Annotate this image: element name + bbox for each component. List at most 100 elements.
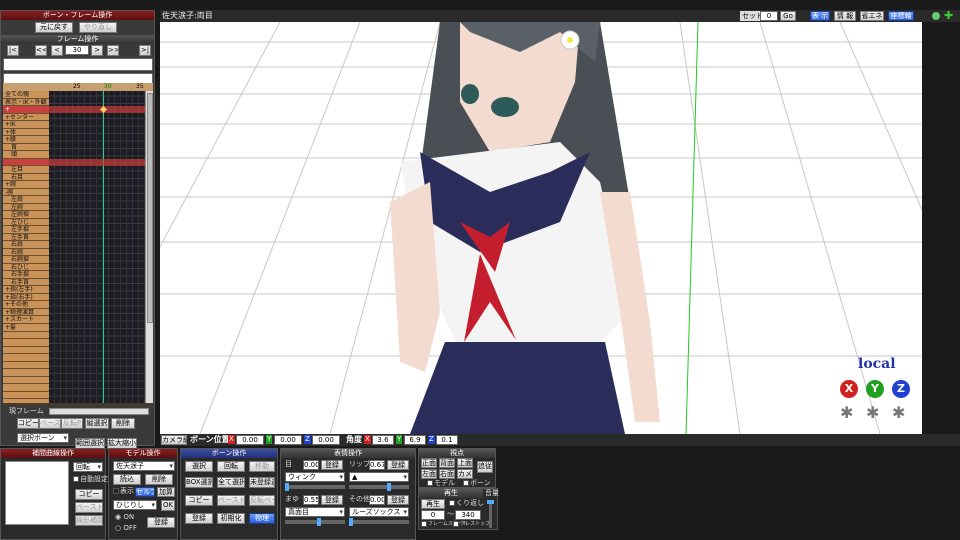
bone-row[interactable]: 右目 [3, 174, 49, 182]
bone-register-button[interactable]: 登録 [185, 513, 213, 524]
interp-paste-button[interactable]: ペースト [75, 502, 103, 513]
eye-morph-dropdown[interactable]: ウィンク [285, 472, 345, 482]
linear-interp-button[interactable]: 線形補間 [75, 515, 103, 526]
gizmo-y-icon[interactable]: Y [866, 380, 884, 398]
brow-morph-dropdown[interactable]: 真面目 [285, 507, 345, 517]
bone-row[interactable]: +指(左手) [3, 286, 49, 294]
last-frame-button[interactable]: >| [139, 45, 151, 56]
model-view-checkbox[interactable] [427, 480, 433, 486]
bone-row[interactable]: 左目 [3, 166, 49, 174]
brow-value[interactable]: 0.550 [303, 495, 319, 505]
bone-row[interactable]: 右肩 [3, 241, 49, 249]
gizmo-z-icon[interactable]: Z [892, 380, 910, 398]
follow-button[interactable]: 追従 [477, 461, 493, 473]
other-register-button[interactable]: 登録 [387, 495, 409, 505]
move-y-icon[interactable]: ✱ [866, 404, 879, 422]
gizmo-x-icon[interactable]: X [840, 380, 858, 398]
volume-slider[interactable] [487, 500, 494, 528]
bone-rotate-button[interactable]: 回転 [217, 461, 245, 472]
axis-button[interactable]: 座標軸 [888, 11, 914, 21]
frame-stop-checkbox[interactable] [453, 520, 459, 527]
bone-row[interactable]: 左肩 [3, 196, 49, 204]
play-to-input[interactable]: 340 [455, 510, 481, 520]
bone-row[interactable]: 右ひじ [3, 264, 49, 272]
prev-key-button[interactable]: << [35, 45, 47, 56]
vertical-select-button[interactable]: 縦選択 [85, 418, 109, 429]
eye-slider-thumb[interactable] [285, 483, 289, 491]
bone-move-button[interactable]: 移動 [249, 461, 275, 472]
bone-row[interactable]: 左腕捩 [3, 211, 49, 219]
other-slider-thumb[interactable] [349, 518, 353, 526]
bone-row[interactable]: -腕 [3, 189, 49, 197]
off-radio[interactable]: ○ OFF [115, 524, 137, 533]
bone-row[interactable]: +腰 [3, 136, 49, 144]
play-button[interactable]: 再生 [421, 499, 445, 509]
display-check[interactable]: 表示 [113, 487, 134, 496]
right-view-button[interactable]: 右面 [439, 469, 455, 479]
bone-row[interactable]: +センター [3, 114, 49, 122]
copy-button[interactable]: コピー [17, 418, 39, 429]
next-key-button[interactable]: >> [107, 45, 119, 56]
add-icon[interactable]: ✚ [944, 10, 953, 21]
bone-copy-button[interactable]: コピー [185, 495, 213, 506]
paste-button[interactable]: ペースト [39, 418, 61, 429]
info-button[interactable]: 情 報 [834, 11, 856, 21]
on-radio-icon[interactable]: ◉ [115, 513, 121, 521]
auto-setting-checkbox[interactable] [73, 476, 79, 482]
display-checkbox[interactable] [113, 488, 119, 494]
bone-row[interactable]: 首 [3, 144, 49, 152]
move-x-icon[interactable]: ✱ [840, 404, 853, 422]
ang-x-input[interactable]: 3.6 [372, 435, 394, 445]
ok-button[interactable]: OK [161, 500, 175, 511]
bone-view-check[interactable]: ボーン [463, 479, 491, 488]
bone-row[interactable]: +腕 [3, 181, 49, 189]
unregistered-select-button[interactable]: 未登録選 [249, 477, 275, 488]
bone-row[interactable]: 全ての親 [3, 91, 49, 99]
bone-row[interactable]: 左手首 [3, 234, 49, 242]
ang-z-input[interactable]: 0.1 [436, 435, 458, 445]
model-view-check[interactable]: モデル [427, 479, 455, 488]
volume-slider-thumb[interactable] [487, 500, 494, 504]
brow-slider-thumb[interactable] [317, 518, 321, 526]
pos-y-input[interactable]: 0.00 [274, 435, 302, 445]
undo-button[interactable]: 元に戻す [35, 22, 73, 33]
prev-frame-button[interactable]: < [51, 45, 63, 56]
first-frame-button[interactable]: |< [7, 45, 19, 56]
next-frame-button[interactable]: > [91, 45, 103, 56]
other-slider[interactable] [349, 518, 409, 526]
bone-row[interactable]: 左ひじ [3, 219, 49, 227]
bone-reverse-paste-button[interactable]: 反転ペースト [249, 495, 275, 506]
brow-register-button[interactable]: 登録 [321, 495, 343, 505]
loop-checkbox[interactable] [449, 500, 455, 506]
bone-row[interactable] [3, 158, 49, 167]
lip-register-button[interactable]: 登録 [387, 460, 409, 470]
horizontal-scrollbar[interactable] [49, 408, 149, 415]
eye-slider[interactable] [285, 483, 345, 491]
bone-row[interactable]: + [3, 106, 49, 114]
bone-paste-button[interactable]: ペースト [217, 495, 245, 506]
timeline[interactable]: 25 30 35 全ての親 表示・IK・外観 + +センター +IK +体 +腰… [3, 83, 153, 405]
select-all-button[interactable]: 全て選択 [217, 477, 245, 488]
bone-row[interactable]: 右腕 [3, 249, 49, 257]
bone-row[interactable]: 表示・IK・外観 [3, 99, 49, 107]
other-value[interactable]: 0.000 [369, 495, 385, 505]
back-view-button[interactable]: 背面 [439, 458, 455, 468]
model-dropdown[interactable]: 佐天涙子 [113, 461, 175, 471]
selfshadow-button[interactable]: セルフ影 [135, 487, 155, 497]
on-radio[interactable]: ◉ ON [115, 513, 134, 522]
off-radio-icon[interactable]: ○ [115, 524, 121, 532]
set-input[interactable]: 0 [760, 11, 778, 21]
play-from-input[interactable]: 0 [421, 510, 445, 520]
minimize-icon[interactable] [932, 12, 940, 20]
eye-value[interactable]: 0.000 [303, 460, 319, 470]
bone-select-button[interactable]: 選択 [185, 461, 213, 472]
bone-row[interactable]: 右手捩 [3, 271, 49, 279]
lip-morph-dropdown[interactable]: ▲ [349, 472, 409, 482]
top-view-button[interactable]: 上面 [457, 458, 473, 468]
keyframe-grid[interactable] [49, 91, 145, 403]
delete-button[interactable]: 削除 [111, 418, 135, 429]
frame-start-checkbox[interactable] [421, 520, 427, 527]
curve-editor[interactable] [5, 461, 69, 525]
bone-row[interactable]: +物理演算 [3, 309, 49, 317]
box-select-button[interactable]: BOX選択 [185, 477, 213, 488]
